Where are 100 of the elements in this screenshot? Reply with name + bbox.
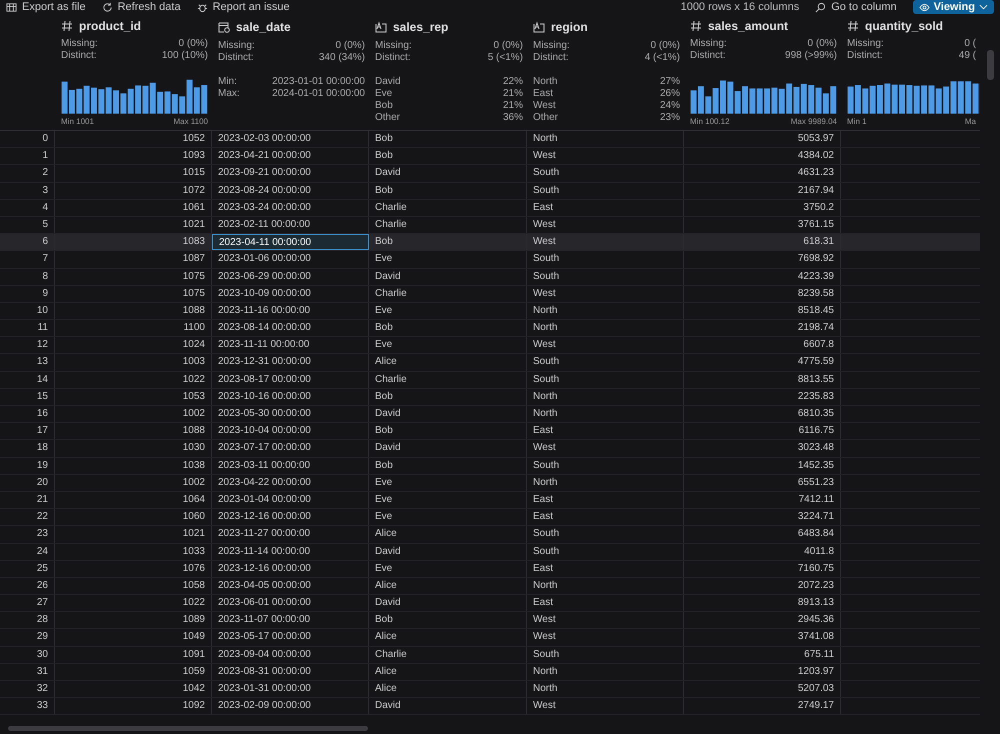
table-row[interactable]: 29 1049 2023-05-17 00:00:00 Alice West 3741.08 — [0, 629, 980, 647]
table-cell[interactable]: West — [527, 216, 684, 234]
table-cell[interactable]: 6607.8 — [684, 337, 841, 354]
table-row[interactable]: 13 1003 2023-12-31 00:00:00 Alice South 4775.59 — [0, 354, 980, 372]
table-cell[interactable]: West — [527, 440, 684, 457]
table-cell[interactable]: 1030 — [55, 440, 212, 457]
table-cell[interactable]: Alice — [369, 681, 527, 698]
table-cell[interactable]: Eve — [369, 337, 527, 354]
table-cell[interactable]: West — [527, 612, 684, 628]
table-cell[interactable]: 2023-12-16 00:00:00 — [212, 509, 369, 526]
table-cell[interactable]: 2023-11-07 00:00:00 — [212, 612, 369, 628]
column-header[interactable]: sales_rep — [393, 20, 448, 34]
table-cell[interactable]: North — [527, 406, 684, 422]
table-cell[interactable]: 2945.36 — [684, 612, 841, 628]
table-cell[interactable]: East — [527, 509, 684, 526]
table-row[interactable]: 1 1093 2023-04-21 00:00:00 Bob West 4384.02 — [0, 148, 980, 166]
table-row[interactable]: 22 1060 2023-12-16 00:00:00 Eve East 3224.71 — [0, 509, 980, 526]
vertical-scrollbar[interactable] — [986, 50, 994, 80]
table-cell[interactable]: 1022 — [55, 372, 212, 388]
table-cell[interactable]: South — [527, 182, 684, 199]
table-row[interactable]: 30 1091 2023-09-04 00:00:00 Charlie South 675.11 — [0, 646, 980, 664]
table-cell[interactable]: 1064 — [55, 492, 212, 508]
table-row[interactable]: 7 1087 2023-01-06 00:00:00 Eve South 7698.92 — [0, 251, 980, 268]
table-cell[interactable]: 2023-11-11 00:00:00 — [212, 337, 369, 354]
table-cell[interactable]: 2023-04-21 00:00:00 — [212, 148, 369, 164]
table-row[interactable]: 10 1088 2023-11-16 00:00:00 Eve North 8518.45 — [0, 302, 980, 320]
table-row[interactable]: 24 1033 2023-11-14 00:00:00 David South 4011.8 — [0, 544, 980, 561]
table-row[interactable]: 20 1002 2023-04-22 00:00:00 Eve North 6551.23 — [0, 474, 980, 492]
table-row[interactable]: 25 1076 2023-12-16 00:00:00 Eve East 7160.75 — [0, 560, 980, 578]
table-cell[interactable]: 6483.84 — [684, 526, 841, 542]
table-cell[interactable]: 7160.75 — [684, 560, 841, 577]
table-row[interactable]: 15 1053 2023-10-16 00:00:00 Bob North 2235.83 — [0, 388, 980, 406]
table-row[interactable]: 14 1022 2023-08-17 00:00:00 Charlie South 8813.55 — [0, 372, 980, 389]
table-cell[interactable]: South — [527, 458, 684, 474]
table-cell[interactable]: 2023-01-31 00:00:00 — [212, 681, 369, 698]
column-header[interactable]: sale_date — [236, 20, 291, 34]
table-row[interactable]: 17 1088 2023-10-04 00:00:00 Bob East 6116.75 — [0, 423, 980, 440]
table-cell[interactable]: 2023-05-30 00:00:00 — [212, 406, 369, 422]
table-cell[interactable]: 1052 — [55, 131, 212, 148]
table-row[interactable]: 28 1089 2023-11-07 00:00:00 Bob West 2945.36 — [0, 612, 980, 630]
table-cell[interactable]: West — [527, 629, 684, 646]
table-cell[interactable]: Eve — [369, 474, 527, 491]
column-header[interactable]: product_id — [79, 18, 141, 33]
table-cell[interactable]: David — [369, 595, 527, 612]
table-row[interactable]: 33 1092 2023-02-09 00:00:00 David West 2749.17 — [0, 698, 980, 716]
table-cell[interactable]: 1075 — [55, 268, 212, 285]
table-cell[interactable]: Eve — [369, 492, 527, 508]
table-cell[interactable]: 8913.13 — [684, 595, 841, 612]
table-cell[interactable]: 4011.8 — [684, 544, 841, 560]
table-cell[interactable]: 2023-02-03 00:00:00 — [212, 131, 369, 148]
table-cell[interactable]: East — [527, 492, 684, 508]
table-cell[interactable]: 1203.97 — [684, 664, 841, 680]
table-cell[interactable]: Alice — [369, 526, 527, 542]
table-cell[interactable]: 1088 — [55, 423, 212, 440]
table-cell[interactable]: South — [527, 544, 684, 560]
table-row[interactable]: 26 1058 2023-04-05 00:00:00 Alice North 2072.23 — [0, 578, 980, 596]
table-cell[interactable]: 2023-11-27 00:00:00 — [212, 526, 369, 542]
table-cell[interactable]: North — [527, 388, 684, 405]
table-cell[interactable]: 2023-08-14 00:00:00 — [212, 320, 369, 336]
toolbar-button[interactable]: Report an issue — [196, 1, 290, 13]
table-cell[interactable]: East — [527, 200, 684, 216]
table-row[interactable]: 12 1024 2023-11-11 00:00:00 Eve West 6607.8 — [0, 337, 980, 354]
table-cell[interactable]: Bob — [369, 458, 527, 474]
table-row[interactable]: 31 1059 2023-08-31 00:00:00 Alice North 1203.97 — [0, 664, 980, 681]
table-cell[interactable]: Charlie — [369, 372, 527, 388]
table-cell[interactable]: 1091 — [55, 646, 212, 663]
table-cell[interactable]: South — [527, 354, 684, 371]
column-header[interactable]: sales_amount — [708, 18, 788, 33]
table-cell[interactable]: North — [527, 302, 684, 320]
table-row[interactable]: 3 1072 2023-08-24 00:00:00 Bob South 2167.94 — [0, 182, 980, 200]
table-cell[interactable]: 6116.75 — [684, 423, 841, 440]
table-cell[interactable]: 1100 — [55, 320, 212, 336]
table-cell[interactable]: David — [369, 698, 527, 714]
table-cell[interactable]: 2023-11-14 00:00:00 — [212, 544, 369, 560]
table-cell[interactable]: 1015 — [55, 165, 212, 182]
table-cell[interactable]: 1452.35 — [684, 458, 841, 474]
column-header[interactable]: region — [551, 20, 588, 34]
table-cell[interactable]: Bob — [369, 388, 527, 405]
table-cell[interactable]: 1042 — [55, 681, 212, 698]
horizontal-scrollbar[interactable] — [8, 726, 368, 730]
table-cell[interactable]: 1058 — [55, 578, 212, 594]
table-cell[interactable]: North — [527, 578, 684, 594]
table-row[interactable]: 32 1042 2023-01-31 00:00:00 Alice North 5207.03 — [0, 681, 980, 698]
table-cell[interactable]: Eve — [369, 302, 527, 320]
table-cell[interactable]: Eve — [369, 560, 527, 577]
table-cell[interactable]: 2749.17 — [684, 698, 841, 714]
table-cell[interactable]: 1089 — [55, 612, 212, 628]
table-cell[interactable]: South — [527, 646, 684, 663]
table-cell[interactable]: Bob — [369, 612, 527, 628]
table-cell[interactable]: 4775.59 — [684, 354, 841, 371]
table-row[interactable]: 23 1021 2023-11-27 00:00:00 Alice South 6483.84 — [0, 526, 980, 544]
table-cell[interactable]: West — [527, 286, 684, 302]
column-header[interactable]: quantity_sold — [865, 18, 944, 33]
table-cell[interactable]: 6810.35 — [684, 406, 841, 422]
table-cell[interactable]: 2023-01-04 00:00:00 — [212, 492, 369, 508]
table-cell[interactable]: Eve — [369, 509, 527, 526]
table-cell[interactable]: 3761.15 — [684, 216, 841, 234]
table-cell[interactable]: 1049 — [55, 629, 212, 646]
table-cell[interactable]: 1072 — [55, 182, 212, 199]
table-cell[interactable]: 2023-07-17 00:00:00 — [212, 440, 369, 457]
